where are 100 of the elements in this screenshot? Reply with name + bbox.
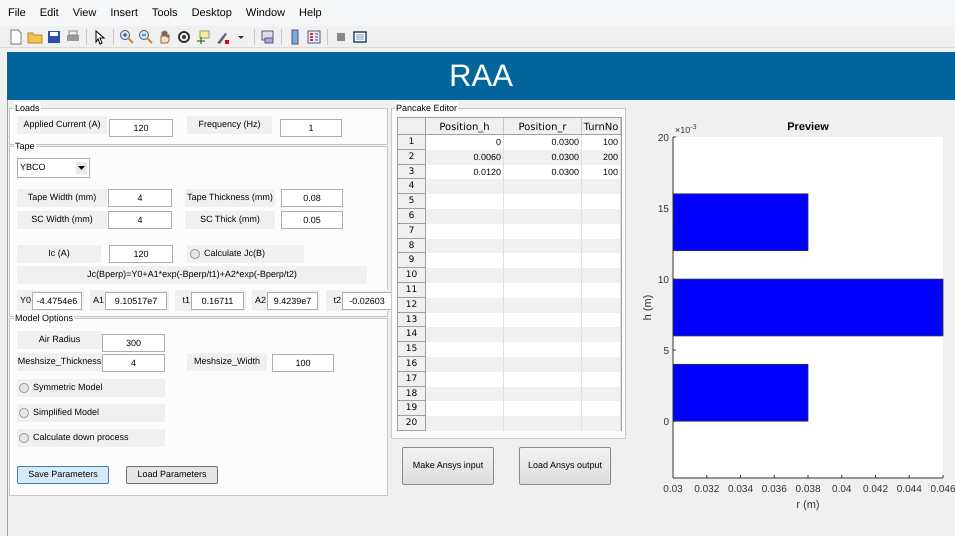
menu-item[interactable]: Desktop bbox=[192, 4, 232, 22]
option-label: Calculate Jc(B) bbox=[204, 247, 266, 260]
field-label: Ic (A) bbox=[17, 245, 101, 263]
formula-text: Jc(Bperp)=Y0+A1*exp(-Bperp/t1)+A2*exp(-Bperp/t2) bbox=[17, 266, 367, 284]
menu-item[interactable]: Tools bbox=[152, 4, 178, 22]
new-file-icon[interactable] bbox=[8, 28, 24, 44]
panel-title: Loads bbox=[14, 102, 41, 114]
row-number: 13 bbox=[398, 312, 426, 328]
data-cursor-icon[interactable] bbox=[195, 28, 211, 44]
panel-title: Pancake Editor bbox=[395, 102, 458, 114]
row-number: 1 bbox=[398, 135, 426, 150]
y-axis-label: h (m) bbox=[642, 294, 654, 320]
row-number: 6 bbox=[398, 208, 426, 224]
row-number: 7 bbox=[398, 224, 426, 239]
x-tick-label: 0.042 bbox=[862, 484, 888, 495]
panel-title: Tape bbox=[14, 140, 36, 152]
dropdown[interactable]: YBCO bbox=[17, 158, 90, 178]
column-header[interactable]: Position_r bbox=[504, 118, 582, 134]
menu-item[interactable]: Help bbox=[299, 4, 322, 22]
x-tick-label: 0.034 bbox=[728, 484, 754, 495]
row-number: 5 bbox=[398, 194, 426, 209]
panel-title: Model Options bbox=[14, 312, 74, 324]
menu-item[interactable]: View bbox=[72, 4, 96, 22]
row-number: 15 bbox=[398, 342, 426, 357]
option-label: Symmetric Model bbox=[33, 381, 103, 394]
column-header[interactable]: Position_h bbox=[426, 118, 504, 134]
field-label: SC Thick (mm) bbox=[185, 211, 275, 229]
input-field[interactable]: 0.05 bbox=[281, 211, 343, 229]
input-field[interactable]: 0.16711 bbox=[191, 292, 244, 310]
app-title: RAA bbox=[449, 56, 513, 95]
y-tick-label: 15 bbox=[658, 204, 669, 216]
radio-button[interactable] bbox=[19, 408, 29, 418]
plot-window-icon[interactable] bbox=[352, 28, 368, 44]
chart-title: Preview bbox=[787, 121, 829, 133]
ansys-button[interactable]: Make Ansys input bbox=[402, 447, 494, 485]
field-label: SC Width (mm) bbox=[17, 211, 107, 229]
x-tick-label: 0.036 bbox=[762, 484, 787, 495]
radio-button[interactable] bbox=[19, 433, 29, 443]
input-field[interactable]: 0.08 bbox=[281, 189, 343, 207]
y-tick-label: 20 bbox=[658, 133, 669, 144]
input-field[interactable]: -4.4754e6 bbox=[32, 292, 82, 310]
coefficient-label: Y0 bbox=[18, 294, 31, 307]
row-number: 11 bbox=[398, 282, 426, 298]
y-tick-label: 10 bbox=[658, 275, 669, 286]
row-number: 12 bbox=[398, 298, 426, 313]
x-tick-label: 0.046 bbox=[930, 484, 955, 495]
ansys-button[interactable]: Load Ansys output bbox=[519, 447, 611, 485]
coefficient-label: t1 bbox=[181, 294, 190, 307]
zoom-in-icon[interactable] bbox=[119, 28, 135, 44]
axis-exponent: ×10$^{-3}$ bbox=[675, 124, 697, 135]
input-field[interactable]: 300 bbox=[102, 334, 165, 352]
parameters-button[interactable]: Save Parameters bbox=[17, 466, 109, 484]
x-axis-label: r (m) bbox=[796, 499, 820, 511]
input-field[interactable]: -0.02603 bbox=[342, 292, 392, 310]
menu-item[interactable]: Edit bbox=[40, 4, 59, 22]
caret-icon bbox=[78, 166, 85, 170]
x-tick-label: 0.044 bbox=[896, 484, 922, 495]
menu-item[interactable]: Window bbox=[246, 4, 286, 22]
field-label: Tape Thickness (mm) bbox=[185, 189, 275, 207]
x-tick-label: 0.03 bbox=[663, 484, 683, 495]
coefficient-label: t2 bbox=[332, 294, 341, 307]
row-number: 17 bbox=[398, 372, 426, 387]
input-field[interactable]: 9.10517e7 bbox=[105, 292, 167, 310]
input-field[interactable]: 120 bbox=[109, 119, 173, 137]
input-field[interactable]: 4 bbox=[108, 211, 172, 229]
coefficient-label: A1 bbox=[92, 294, 104, 307]
field-label: Frequency (Hz) bbox=[187, 116, 272, 134]
link-icon[interactable] bbox=[260, 28, 276, 44]
input-field[interactable]: 4 bbox=[102, 354, 165, 372]
x-tick-label: 0.032 bbox=[694, 484, 720, 495]
parameters-button[interactable]: Load Parameters bbox=[126, 466, 218, 484]
column-header[interactable]: TurnNo bbox=[582, 118, 621, 134]
row-number: 8 bbox=[398, 238, 426, 254]
coefficient-label: A2 bbox=[254, 294, 266, 307]
radio-button[interactable] bbox=[19, 383, 29, 393]
row-number: 16 bbox=[398, 356, 426, 372]
row-number: 19 bbox=[398, 401, 426, 416]
row-number: 3 bbox=[398, 164, 426, 180]
row-number: 9 bbox=[398, 253, 426, 268]
x-tick-label: 0.04 bbox=[832, 484, 852, 495]
zoom-out-icon[interactable] bbox=[138, 28, 154, 44]
input-field[interactable]: 100 bbox=[272, 354, 334, 372]
input-field[interactable]: 9.4239e7 bbox=[267, 292, 318, 310]
legend-icon[interactable] bbox=[306, 28, 322, 44]
row-number: 2 bbox=[398, 150, 426, 165]
menu-item[interactable]: Insert bbox=[110, 4, 138, 22]
input-field[interactable]: 120 bbox=[109, 245, 173, 263]
save-icon[interactable] bbox=[46, 28, 62, 44]
y-tick-label: 0 bbox=[663, 417, 669, 428]
row-number: 18 bbox=[398, 386, 426, 402]
field-label: Air Radius bbox=[17, 331, 102, 349]
field-label: Meshsize_Width bbox=[187, 353, 267, 371]
input-field[interactable]: 4 bbox=[108, 189, 172, 207]
field-label: Applied Current (A) bbox=[17, 116, 107, 134]
field-label: Meshsize_Thickness bbox=[17, 353, 102, 371]
menu-item[interactable]: File bbox=[8, 4, 26, 22]
rotate-icon[interactable] bbox=[176, 28, 192, 44]
radio-button[interactable] bbox=[190, 249, 200, 259]
input-field[interactable]: 1 bbox=[280, 119, 342, 137]
row-number: 4 bbox=[398, 179, 426, 194]
